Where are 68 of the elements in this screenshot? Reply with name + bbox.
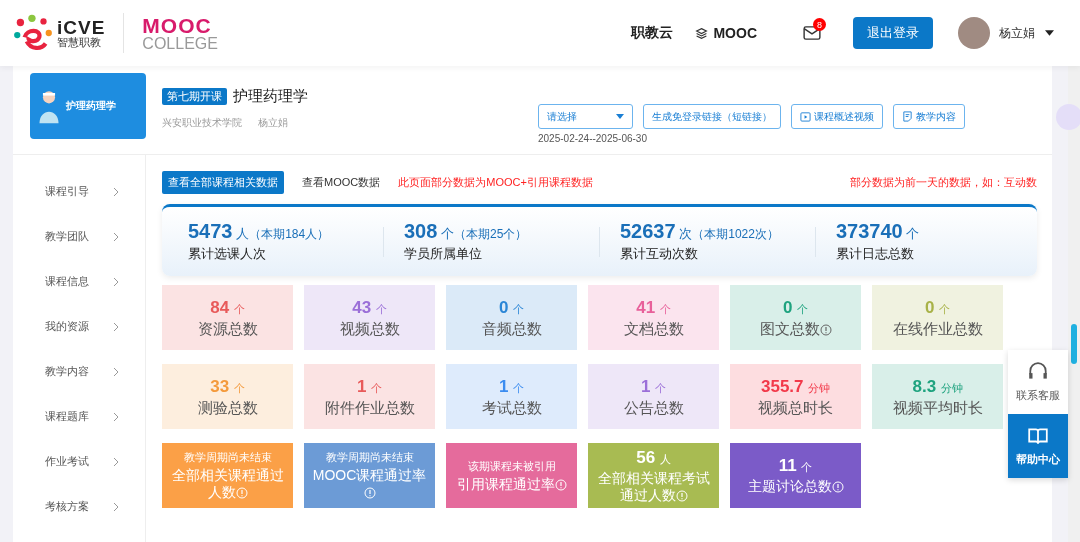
caret-icon[interactable] xyxy=(1045,30,1054,36)
icve-logo[interactable]: iCVE 智慧职教 xyxy=(12,12,106,54)
stat-tile[interactable]: 41 个 文档总数 xyxy=(588,285,719,350)
sidebar-item[interactable]: 作业考试 xyxy=(13,439,145,484)
sidebar-item[interactable]: 课程信息 xyxy=(13,259,145,304)
sidebar-item[interactable]: 课程引导 xyxy=(13,169,145,214)
stat-tile[interactable]: 1 个 附件作业总数 xyxy=(304,364,435,429)
cover-title: 护理药理学 xyxy=(66,99,116,113)
chevron-right-icon xyxy=(113,366,119,377)
mooc-college-logo[interactable]: MOOC COLLEGE xyxy=(142,14,218,52)
stat-tile[interactable]: 33 个 测验总数 xyxy=(162,364,293,429)
stat-tile[interactable]: 43 个 视频总数 xyxy=(304,285,435,350)
chevron-right-icon xyxy=(113,231,119,242)
stat-value: 373740 个 xyxy=(836,220,921,243)
stat-value: 5473 人（本期184人） xyxy=(188,220,331,243)
action-button[interactable]: 课程概述视频 xyxy=(791,104,883,129)
stat-label: 累计日志总数 xyxy=(836,245,915,263)
avatar[interactable] xyxy=(958,17,990,49)
stat-tile[interactable]: 8.3 分钟 视频平均时长 xyxy=(872,364,1003,429)
sidebar-item[interactable]: 教学团队 xyxy=(13,214,145,259)
info-icon[interactable] xyxy=(819,323,832,336)
date-range: 2025-02-24--2025-06-30 xyxy=(538,133,648,144)
stat-value: 52637 次（本期1022次） xyxy=(620,220,780,243)
notice-text: 此页面部分数据为MOOC+引用课程数据 xyxy=(398,175,593,190)
chevron-right-icon xyxy=(113,321,119,332)
teacher-name: 杨立娟 xyxy=(258,116,288,130)
stat-tile[interactable]: 355.7 分钟 视频总时长 xyxy=(730,364,861,429)
course-title: 护理药理学 xyxy=(233,87,308,106)
stat-tile[interactable]: 0 个 音频总数 xyxy=(446,285,577,350)
stat-tile[interactable]: 0 个 图文总数 xyxy=(730,285,861,350)
nav-link[interactable]: 职教云 xyxy=(631,24,674,42)
chevron-right-icon xyxy=(113,411,119,422)
action-button[interactable]: 教学内容 xyxy=(893,104,965,129)
stat-label: 累计互动次数 xyxy=(620,245,699,263)
stat-tile[interactable]: 11 个 主题讨论总数 xyxy=(730,443,861,508)
chevron-right-icon xyxy=(113,501,119,512)
sidebar-item[interactable]: 我的资源 xyxy=(13,304,145,349)
help-center-button[interactable]: 帮助中心 xyxy=(1008,414,1068,478)
notification-count: 8 xyxy=(813,18,826,31)
stat-label: 学员所属单位 xyxy=(404,245,483,263)
sidebar-item[interactable]: 教学内容 xyxy=(13,349,145,394)
chevron-right-icon xyxy=(113,186,119,197)
data-tab[interactable]: 查看MOOC数据 xyxy=(296,171,387,194)
action-button[interactable]: 生成免登录链接（短链接） xyxy=(643,104,781,129)
chevron-right-icon xyxy=(113,276,119,287)
data-tab[interactable]: 查看全部课程相关数据 xyxy=(162,171,284,194)
user-name[interactable]: 杨立娟 xyxy=(999,24,1035,42)
school-name: 兴安职业技术学院 xyxy=(162,116,242,130)
stat-tile[interactable]: 1 个 公告总数 xyxy=(588,364,719,429)
support-button[interactable]: 联系客服 xyxy=(1008,350,1068,414)
stat-label: 累计选课人次 xyxy=(188,245,267,263)
document-icon xyxy=(902,111,913,122)
stat-value: 308 个（本期25个） xyxy=(404,220,529,243)
sidebar-item[interactable]: 考核方案 xyxy=(13,484,145,529)
logout-button[interactable]: 退出登录 xyxy=(853,17,933,49)
video-icon xyxy=(800,111,811,122)
layers-icon xyxy=(695,26,709,40)
notice-text: 部分数据为前一天的数据，如：互动数 xyxy=(850,175,1037,190)
caret-icon xyxy=(616,114,624,119)
sidebar-item[interactable]: 课程题库 xyxy=(13,394,145,439)
term-tag: 第七期开课 xyxy=(162,88,227,105)
chevron-right-icon xyxy=(113,456,119,467)
mail-icon[interactable] xyxy=(803,26,821,40)
stat-tile[interactable]: 84 个 资源总数 xyxy=(162,285,293,350)
stat-tile[interactable]: 1 个 考试总数 xyxy=(446,364,577,429)
stat-tile[interactable]: 0 个 在线作业总数 xyxy=(872,285,1003,350)
term-select[interactable]: 请选择 xyxy=(538,104,633,129)
nav-link[interactable]: MOOC xyxy=(695,25,757,41)
